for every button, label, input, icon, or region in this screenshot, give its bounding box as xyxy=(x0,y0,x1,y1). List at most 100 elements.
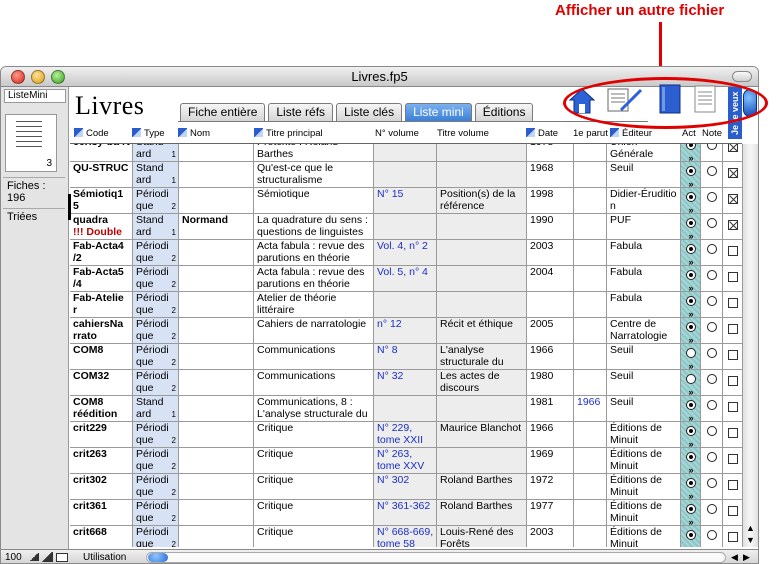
cell-act[interactable]: » xyxy=(681,526,701,547)
cell-nom[interactable] xyxy=(179,422,254,447)
cell-code[interactable]: cerisy-ba rt xyxy=(70,144,133,161)
column-nom[interactable]: Nom xyxy=(178,128,210,139)
cell-code[interactable]: COM8 xyxy=(70,344,133,369)
cell-code[interactable]: Sémiotiq1 5 xyxy=(70,188,133,213)
cell-type[interactable]: Stand ard 1 xyxy=(133,214,179,239)
cell-nom[interactable] xyxy=(179,344,254,369)
cell-type[interactable]: Périodi que 2 xyxy=(133,422,179,447)
cell-code[interactable]: Fab-Acta5 /4 xyxy=(70,266,133,291)
zoom-in-icon[interactable] xyxy=(41,552,53,562)
cell-volume[interactable]: N° 8 xyxy=(374,344,437,369)
cell-je-te-veux[interactable] xyxy=(723,526,742,547)
act-radio[interactable] xyxy=(686,530,696,540)
cell-titre[interactable]: Communications xyxy=(254,344,374,369)
chevron-right-icon[interactable]: » xyxy=(684,153,698,161)
tab-liste-mini[interactable]: Liste mini xyxy=(405,103,472,121)
je-te-veux-checkbox[interactable] xyxy=(728,324,738,334)
note-radio[interactable] xyxy=(707,322,717,332)
cell-type[interactable]: Périodi que 2 xyxy=(133,500,179,525)
chevron-right-icon[interactable]: » xyxy=(684,309,698,317)
cell-je-te-veux[interactable] xyxy=(723,162,742,187)
scroll-down-arrow-icon[interactable]: ▼ xyxy=(746,535,755,545)
cell-note[interactable] xyxy=(701,188,723,213)
act-radio[interactable] xyxy=(686,504,696,514)
layout-popup[interactable]: ListeMini xyxy=(4,89,66,103)
cell-volume[interactable]: N° 668-669, tome 58 xyxy=(374,526,437,547)
cell-nom[interactable] xyxy=(179,474,254,499)
cell-titre[interactable]: Communications, 8 : L'analyse structural… xyxy=(254,396,374,421)
minimize-button[interactable] xyxy=(31,70,45,84)
cell-act[interactable]: » xyxy=(681,318,701,343)
cell-date[interactable]: 1968 xyxy=(527,162,574,187)
column-date[interactable]: Date xyxy=(526,128,558,139)
cell-date[interactable]: 1998 xyxy=(527,188,574,213)
zoom-out-icon[interactable] xyxy=(29,553,39,561)
cell-nom[interactable] xyxy=(179,318,254,343)
cell-titre-volume[interactable] xyxy=(437,266,527,291)
horizontal-scrollbar[interactable] xyxy=(146,552,726,563)
act-radio[interactable] xyxy=(686,144,696,150)
cell-act[interactable]: » xyxy=(681,240,701,265)
cell-note[interactable] xyxy=(701,292,723,317)
je-te-veux-checkbox[interactable] xyxy=(728,454,738,464)
cell-volume[interactable]: N° 15 xyxy=(374,188,437,213)
cell-type[interactable]: Périodi que 2 xyxy=(133,266,179,291)
cell-premiere-parution[interactable] xyxy=(574,474,607,499)
cell-type[interactable]: Stand ard 1 xyxy=(133,396,179,421)
cell-date[interactable]: 2004 xyxy=(527,266,574,291)
cell-date[interactable]: 2005 xyxy=(527,318,574,343)
cell-titre-volume[interactable]: Récit et éthique xyxy=(437,318,527,343)
cell-je-te-veux[interactable] xyxy=(723,474,742,499)
note-radio[interactable] xyxy=(707,400,717,410)
table-row[interactable]: Fab-Acta4 /2 Périodi que 2 Acta fabula :… xyxy=(70,240,742,266)
cell-premiere-parution[interactable] xyxy=(574,422,607,447)
cell-premiere-parution[interactable] xyxy=(574,318,607,343)
cell-je-te-veux[interactable] xyxy=(723,188,742,213)
je-te-veux-checkbox[interactable] xyxy=(728,272,738,282)
cell-act[interactable]: » xyxy=(681,188,701,213)
cell-titre[interactable]: Atelier de théorie littéraire xyxy=(254,292,374,317)
note-radio[interactable] xyxy=(707,374,717,384)
cell-je-te-veux[interactable] xyxy=(723,144,742,161)
cell-code[interactable]: crit229 xyxy=(70,422,133,447)
cell-titre[interactable]: Qu'est-ce que le structuralisme xyxy=(254,162,374,187)
je-te-veux-checkbox[interactable] xyxy=(728,532,738,542)
table-row[interactable]: cerisy-ba rt Stand ard 1 Prétexte : Rola… xyxy=(70,144,742,162)
cell-nom[interactable] xyxy=(179,292,254,317)
cell-titre-volume[interactable]: Roland Barthes xyxy=(437,474,527,499)
cell-titre-volume[interactable] xyxy=(437,214,527,239)
act-radio[interactable] xyxy=(686,400,696,410)
act-radio[interactable] xyxy=(686,218,696,228)
cell-code[interactable]: cahiersNa rrato xyxy=(70,318,133,343)
chevron-right-icon[interactable]: » xyxy=(684,283,698,291)
cell-volume[interactable] xyxy=(374,292,437,317)
cell-volume[interactable] xyxy=(374,144,437,161)
table-row[interactable]: Fab-Acta5 /4 Périodi que 2 Acta fabula :… xyxy=(70,266,742,292)
chevron-right-icon[interactable]: » xyxy=(684,179,698,187)
cell-premiere-parution[interactable]: 1966 xyxy=(574,396,607,421)
cell-date[interactable]: 1972 xyxy=(527,474,574,499)
cell-note[interactable] xyxy=(701,370,723,395)
cell-volume[interactable]: n° 12 xyxy=(374,318,437,343)
table-row[interactable]: COM8 Périodi que 2 Communications N° 8 L… xyxy=(70,344,742,370)
cell-titre[interactable]: La quadrature du sens : questions de lin… xyxy=(254,214,374,239)
cell-nom[interactable] xyxy=(179,370,254,395)
je-te-veux-checkbox[interactable] xyxy=(728,428,738,438)
cell-volume[interactable] xyxy=(374,396,437,421)
cell-editeur[interactable]: Fabula xyxy=(607,266,681,291)
note-radio[interactable] xyxy=(707,530,717,540)
cell-volume[interactable]: N° 302 xyxy=(374,474,437,499)
note-radio[interactable] xyxy=(707,348,717,358)
cell-nom[interactable] xyxy=(179,526,254,547)
cell-editeur[interactable]: Seuil xyxy=(607,370,681,395)
cell-editeur[interactable]: Seuil xyxy=(607,162,681,187)
cell-premiere-parution[interactable] xyxy=(574,344,607,369)
close-button[interactable] xyxy=(11,70,25,84)
cell-premiere-parution[interactable] xyxy=(574,266,607,291)
cell-titre[interactable]: Communications xyxy=(254,370,374,395)
tab-liste-cles[interactable]: Liste clés xyxy=(336,103,403,121)
note-radio[interactable] xyxy=(707,478,717,488)
cell-titre[interactable]: Acta fabula : revue des parutions en thé… xyxy=(254,266,374,291)
table-row[interactable]: COM32 Périodi que 2 Communications N° 32… xyxy=(70,370,742,396)
cell-titre-volume[interactable]: L'analyse structurale du xyxy=(437,344,527,369)
